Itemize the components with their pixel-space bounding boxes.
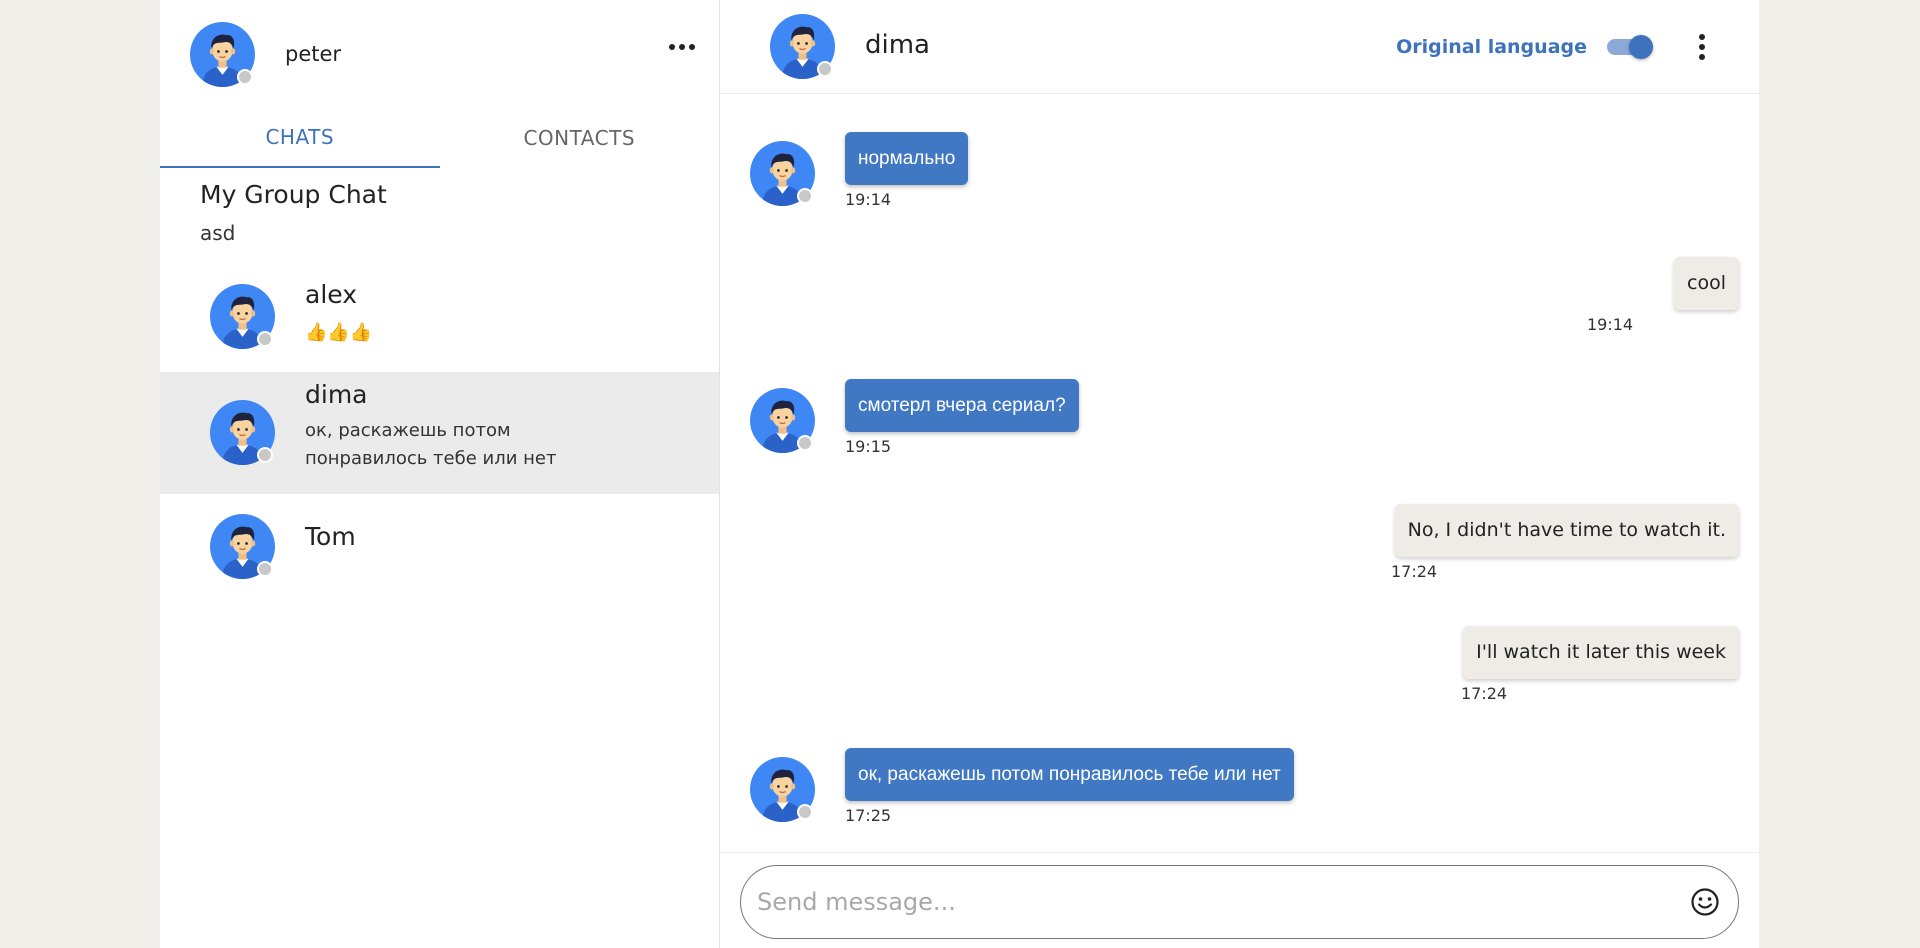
contact-avatar — [210, 514, 275, 579]
original-language-toggle[interactable] — [1607, 35, 1653, 59]
message-list: нормально 19:14 cool 19:14 смотерл вчера… — [720, 95, 1759, 853]
chat-last-message-line2: понравилось тебе или нет — [305, 448, 557, 469]
status-indicator — [797, 804, 813, 820]
conversation-panel: dima Original language нормально 19:14 c… — [720, 0, 1759, 948]
chat-last-message-line1: ок, раскажешь потом — [305, 420, 511, 441]
status-indicator — [257, 447, 273, 463]
message-bubble-incoming: смотерл вчера сериал? — [845, 379, 1079, 432]
original-language-label: Original language — [1396, 36, 1587, 58]
messenger-app: peter CHATS CONTACTS My Group Chat asd a… — [160, 0, 1759, 948]
message-bubble-outgoing: cool — [1674, 257, 1739, 310]
message-avatar — [750, 141, 815, 206]
message-time: 17:24 — [1391, 562, 1438, 581]
more-vertical-icon[interactable] — [1697, 34, 1707, 60]
status-indicator — [817, 61, 833, 77]
current-user-header: peter — [160, 0, 719, 108]
sidebar-tabs: CHATS CONTACTS — [160, 108, 719, 168]
chat-title: dima — [865, 30, 930, 60]
message-time: 19:15 — [845, 437, 892, 456]
chat-item-alex[interactable]: alex 👍👍👍 — [160, 270, 719, 372]
sidebar: peter CHATS CONTACTS My Group Chat asd a… — [160, 0, 720, 948]
status-indicator — [257, 561, 273, 577]
smile-icon[interactable] — [1690, 887, 1720, 917]
tab-chats[interactable]: CHATS — [160, 108, 440, 168]
message-avatar — [750, 757, 815, 822]
chat-name: alex — [305, 280, 358, 309]
user-name: peter — [285, 42, 342, 66]
chat-item-dima[interactable]: dima ок, раскажешь потом понравилось теб… — [160, 372, 719, 494]
status-indicator — [797, 435, 813, 451]
contact-avatar — [210, 400, 275, 465]
message-composer — [720, 852, 1759, 948]
group-chat-item[interactable]: My Group Chat asd — [160, 168, 719, 270]
status-indicator — [257, 331, 273, 347]
chat-last-message: 👍👍👍 — [305, 322, 373, 343]
message-input[interactable] — [757, 866, 1674, 938]
message-bubble-incoming: нормально — [845, 132, 969, 185]
tab-contacts[interactable]: CONTACTS — [440, 108, 720, 168]
chat-header: dima Original language — [720, 0, 1759, 94]
message-bubble-outgoing: No, I didn't have time to watch it. — [1394, 504, 1739, 557]
message-time: 19:14 — [1587, 315, 1634, 334]
group-chat-last-message: asd — [200, 221, 236, 245]
more-horizontal-icon[interactable] — [669, 44, 695, 50]
group-chat-name: My Group Chat — [200, 180, 387, 209]
message-bubble-incoming: ок, раскажешь потом понравилось тебе или… — [845, 748, 1294, 801]
message-avatar — [750, 388, 815, 453]
chat-name: dima — [305, 380, 368, 409]
chat-item-tom[interactable]: Tom — [160, 494, 719, 600]
message-time: 17:25 — [845, 806, 892, 825]
message-time: 19:14 — [845, 190, 892, 209]
message-time: 17:24 — [1461, 684, 1508, 703]
chat-name: Tom — [305, 522, 356, 551]
contact-avatar — [210, 284, 275, 349]
status-indicator — [797, 188, 813, 204]
chat-partner-avatar[interactable] — [770, 14, 835, 79]
user-avatar[interactable] — [190, 22, 255, 87]
message-input-wrapper — [740, 865, 1739, 939]
message-bubble-outgoing: I'll watch it later this week — [1463, 626, 1739, 679]
status-indicator — [237, 68, 253, 85]
